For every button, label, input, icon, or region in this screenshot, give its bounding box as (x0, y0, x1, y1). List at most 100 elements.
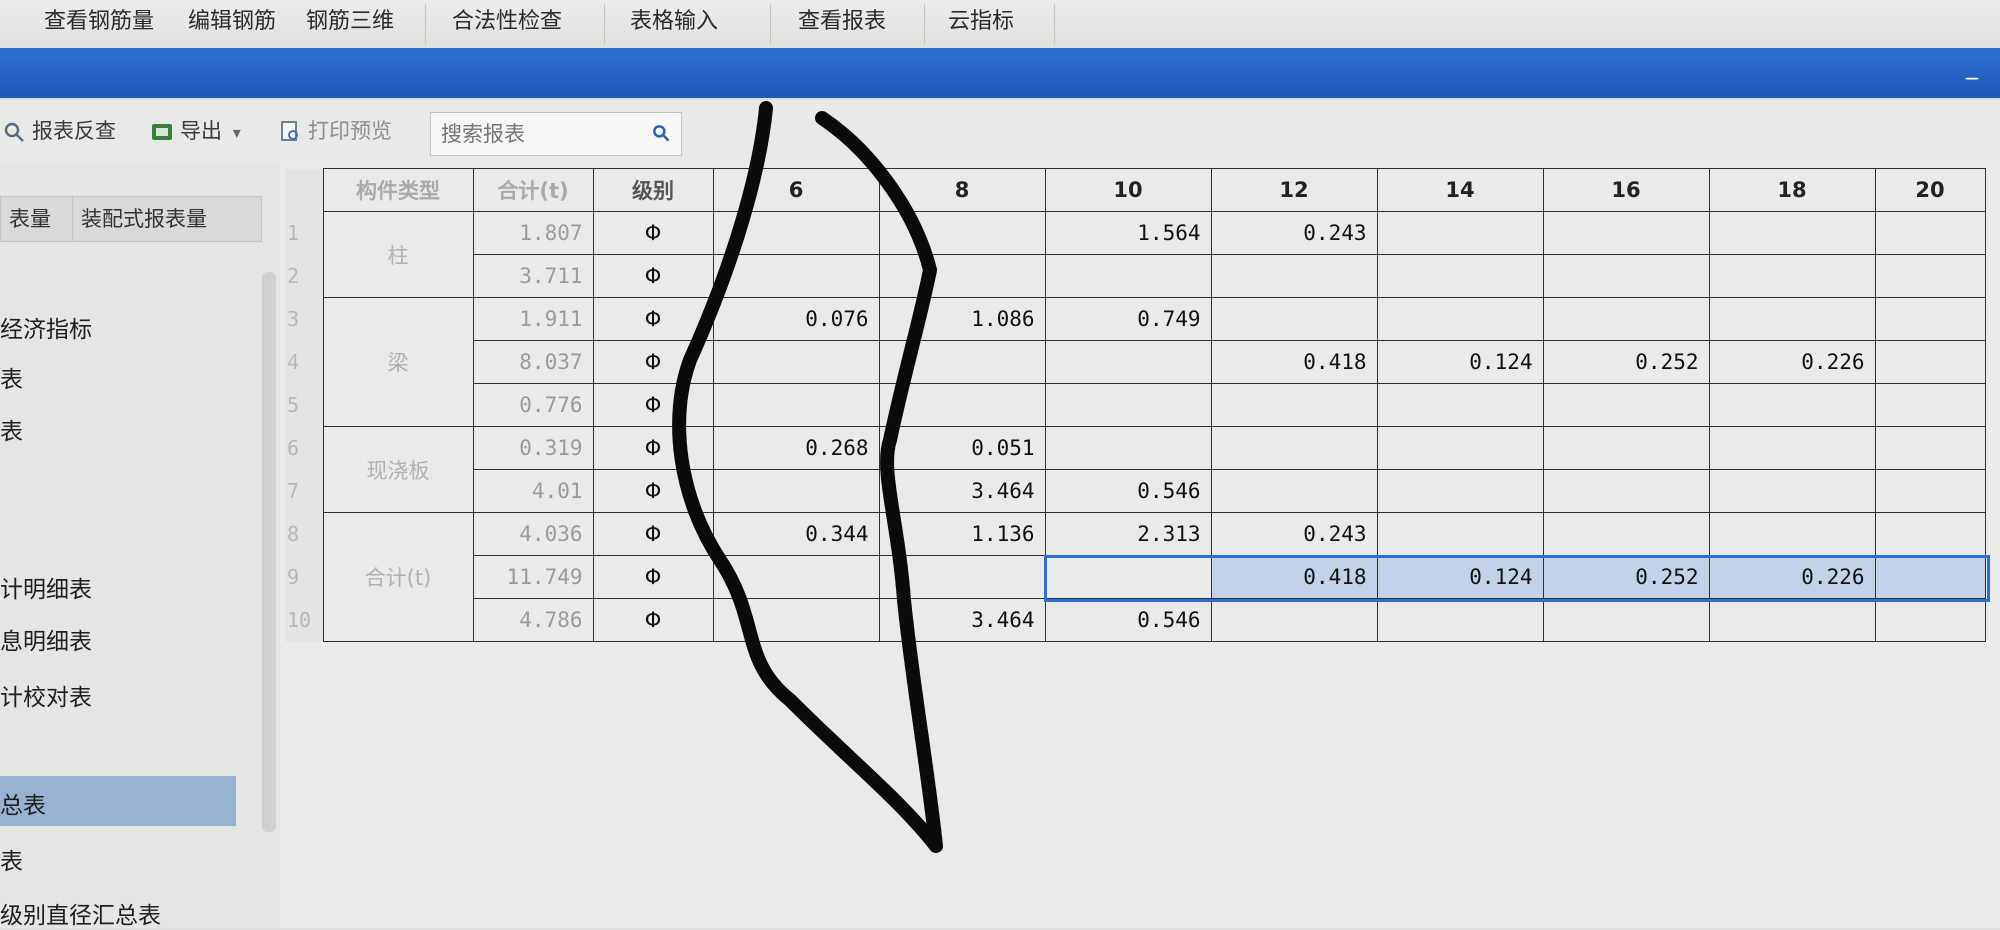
diameter-value-cell[interactable] (1874, 555, 1986, 599)
diameter-value-cell[interactable] (1542, 469, 1710, 513)
menu-view-rebar[interactable]: 查看钢筋量 (36, 0, 162, 48)
diameter-value-cell[interactable] (1542, 426, 1710, 470)
diameter-value-cell[interactable] (712, 469, 880, 513)
diameter-value-cell[interactable]: 0.076 (712, 297, 880, 341)
table-row[interactable]: 3 梁 1.911 Φ 0.076 1.086 0.749 (285, 297, 1986, 427)
header-diameter-16[interactable]: 16 (1542, 168, 1710, 212)
diameter-value-cell[interactable] (1874, 340, 1986, 384)
diameter-value-cell[interactable] (1542, 598, 1710, 642)
diameter-value-cell[interactable] (712, 211, 880, 255)
row-number[interactable]: 2 (285, 254, 323, 298)
table-row[interactable]: 7 4.01 Φ 3.464 0.546 (285, 469, 1986, 513)
header-diameter-20[interactable]: 20 (1874, 168, 1986, 212)
diameter-value-cell[interactable]: 0.546 (1044, 469, 1212, 513)
rebar-grade-cell[interactable]: Φ (592, 383, 714, 427)
total-weight-cell[interactable]: 3.711 (472, 254, 594, 298)
diameter-value-cell[interactable] (1874, 297, 1986, 341)
diameter-value-cell[interactable] (1044, 383, 1212, 427)
tree-item-grade-diameter-summary[interactable]: 级别直径汇总表 (0, 896, 161, 930)
report-query-button[interactable]: 报表反查 (2, 114, 116, 148)
diameter-value-cell[interactable]: 0.226 (1708, 555, 1876, 599)
row-number[interactable]: 3 (285, 297, 323, 341)
diameter-value-cell[interactable] (1542, 254, 1710, 298)
tree-item-economic-index[interactable]: 经济指标 (0, 310, 92, 344)
diameter-value-cell[interactable] (878, 254, 1046, 298)
diameter-value-cell[interactable]: 1.086 (878, 297, 1046, 341)
total-weight-cell[interactable]: 1.911 (472, 297, 594, 341)
total-weight-cell[interactable]: 0.776 (472, 383, 594, 427)
rebar-grade-cell[interactable]: Φ (592, 555, 714, 599)
menu-edit-rebar[interactable]: 编辑钢筋 (180, 0, 284, 48)
diameter-value-cell[interactable]: 0.051 (878, 426, 1046, 470)
menu-rebar-3d[interactable]: 钢筋三维 (298, 0, 402, 48)
header-diameter-12[interactable]: 12 (1210, 168, 1378, 212)
diameter-value-cell[interactable] (1542, 512, 1710, 556)
menu-table-input[interactable]: 表格输入 (622, 0, 726, 48)
search-box[interactable] (430, 112, 682, 156)
row-number[interactable]: 9 (285, 555, 323, 599)
table-row[interactable]: 8 合计(t) 4.036 Φ 0.344 1.136 2.313 0.243 (285, 512, 1986, 642)
diameter-value-cell[interactable] (1210, 254, 1378, 298)
diameter-value-cell[interactable] (1874, 254, 1986, 298)
tree-item[interactable]: 表 (0, 412, 23, 446)
diameter-value-cell[interactable] (878, 383, 1046, 427)
table-row[interactable]: 4 8.037 Φ 0.418 0.124 0.252 0.226 (285, 340, 1986, 384)
rebar-grade-cell[interactable]: Φ (592, 598, 714, 642)
diameter-value-cell[interactable]: 0.124 (1376, 340, 1544, 384)
diameter-value-cell[interactable] (1376, 254, 1544, 298)
header-total[interactable]: 合计(t) (472, 168, 594, 212)
diameter-value-cell[interactable] (712, 340, 880, 384)
minimize-button[interactable]: _ (1966, 52, 1978, 80)
tree-item-info-detail-table[interactable]: 息明细表 (0, 622, 92, 656)
diameter-value-cell[interactable] (1542, 383, 1710, 427)
header-diameter-18[interactable]: 18 (1708, 168, 1876, 212)
total-weight-cell[interactable]: 4.786 (472, 598, 594, 642)
row-number[interactable]: 5 (285, 383, 323, 427)
header-diameter-6[interactable]: 6 (712, 168, 880, 212)
tab-rebar-report[interactable]: 表量 (0, 196, 78, 242)
diameter-value-cell[interactable]: 1.136 (878, 512, 1046, 556)
table-row[interactable]: 1 柱 1.807 Φ 1.564 0.243 (285, 211, 1986, 298)
diameter-value-cell[interactable] (1874, 512, 1986, 556)
diameter-value-cell[interactable] (1210, 426, 1378, 470)
header-component-type[interactable]: 构件类型 (322, 168, 474, 212)
row-number[interactable]: 4 (285, 340, 323, 384)
diameter-value-cell[interactable]: 0.344 (712, 512, 880, 556)
tab-prefab-report[interactable]: 装配式报表量 (72, 196, 262, 242)
total-weight-cell[interactable]: 8.037 (472, 340, 594, 384)
diameter-value-cell[interactable] (1708, 254, 1876, 298)
diameter-value-cell[interactable]: 0.243 (1210, 512, 1378, 556)
component-type-cell[interactable]: 现浇板 (322, 426, 474, 513)
rebar-grade-cell[interactable]: Φ (592, 426, 714, 470)
diameter-value-cell[interactable]: 0.252 (1542, 340, 1710, 384)
table-row[interactable]: 2 3.711 Φ (285, 254, 1986, 298)
rebar-grade-cell[interactable]: Φ (592, 297, 714, 341)
diameter-value-cell[interactable]: 2.313 (1044, 512, 1212, 556)
header-grade[interactable]: 级别 (592, 168, 714, 212)
rebar-grade-cell[interactable]: Φ (592, 340, 714, 384)
diameter-value-cell[interactable] (712, 555, 880, 599)
diameter-value-cell[interactable] (1044, 340, 1212, 384)
diameter-value-cell[interactable] (1874, 426, 1986, 470)
rebar-grade-cell[interactable]: Φ (592, 469, 714, 513)
component-type-cell[interactable]: 梁 (322, 297, 474, 427)
print-preview-button[interactable]: 打印预览 (278, 114, 392, 148)
export-dropdown-icon[interactable]: ▾ (233, 123, 241, 142)
header-diameter-8[interactable]: 8 (878, 168, 1046, 212)
rebar-grade-cell[interactable]: Φ (592, 211, 714, 255)
diameter-value-cell[interactable] (1708, 426, 1876, 470)
diameter-value-cell[interactable] (1376, 512, 1544, 556)
diameter-value-cell[interactable] (1708, 383, 1876, 427)
diameter-value-cell[interactable] (1210, 383, 1378, 427)
diameter-value-cell[interactable] (1376, 426, 1544, 470)
menu-view-report[interactable]: 查看报表 (790, 0, 894, 48)
panel-scrollbar[interactable] (262, 272, 276, 832)
component-type-cell[interactable]: 合计(t) (322, 512, 474, 642)
diameter-value-cell[interactable] (1376, 383, 1544, 427)
diameter-value-cell[interactable] (1708, 512, 1876, 556)
diameter-value-cell[interactable] (1874, 469, 1986, 513)
tree-item-detail-table[interactable]: 计明细表 (0, 570, 92, 604)
tree-item[interactable]: 表 (0, 842, 23, 876)
row-number[interactable]: 10 (285, 598, 323, 642)
header-diameter-10[interactable]: 10 (1044, 168, 1212, 212)
